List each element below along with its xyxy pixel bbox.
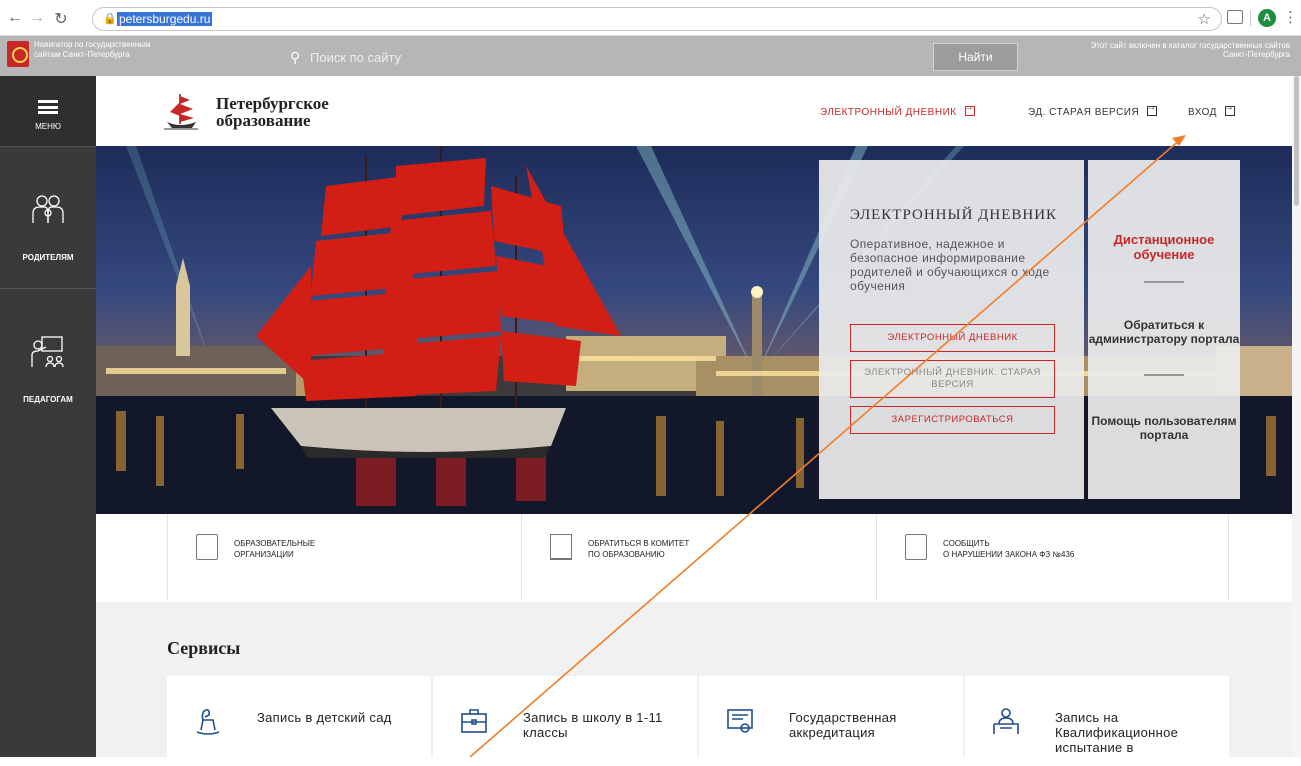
header-link-old-version[interactable]: ЭД. СТАРАЯ ВЕРСИЯ [1028, 102, 1158, 118]
quick-link-label: ОБРАТИТЬСЯ В КОМИТЕТ ПО ОБРАЗОВАНИЮ [588, 539, 690, 559]
header-link-login[interactable]: ВХОД [1188, 102, 1235, 118]
e-diary-button[interactable]: ЭЛЕКТРОННЫЙ ДНЕВНИК [850, 324, 1055, 352]
profile-avatar[interactable]: A [1258, 9, 1276, 27]
spb-emblem-icon[interactable] [7, 41, 29, 67]
gov-navigator-bar: Навигатор по государственным сайтам Санк… [0, 36, 1301, 76]
quick-link-committee[interactable]: ОБРАТИТЬСЯ В КОМИТЕТ ПО ОБРАЗОВАНИЮ [522, 514, 877, 600]
divider [1144, 281, 1184, 283]
sidebar-item-label: ПЕДАГОГАМ [23, 395, 73, 404]
browser-menu-icon[interactable]: ⋮ [1283, 8, 1298, 26]
quick-link-organizations[interactable]: ОБРАЗОВАТЕЛЬНЫЕ ОРГАНИЗАЦИИ [167, 514, 522, 600]
ship-logo-icon[interactable] [164, 92, 198, 130]
page-scrollbar[interactable] [1292, 76, 1301, 757]
e-diary-panel: ЭЛЕКТРОННЫЙ ДНЕВНИК Оперативное, надежно… [819, 160, 1084, 499]
register-button[interactable]: ЗАРЕГИСТРИРОВАТЬСЯ [850, 406, 1055, 434]
certificate-icon [727, 709, 753, 733]
service-kindergarten[interactable]: Запись в детский сад [167, 676, 431, 766]
url-text[interactable]: petersburgedu.ru [117, 12, 213, 26]
sidebar-item-teachers[interactable]: ПЕДАГОГАМ [0, 288, 96, 430]
left-sidebar: МЕНЮ РОДИТЕЛЯМ ПЕДАГОГАМ [0, 76, 96, 757]
toolbar-divider [1250, 10, 1251, 26]
logo-line1: Петербургское [216, 94, 329, 113]
briefcase-icon [461, 709, 487, 733]
search-document-icon [196, 534, 218, 560]
e-diary-old-version-button[interactable]: ЭЛЕКТРОННЫЙ ДНЕВНИК. СТАРАЯ ВЕРСИЯ [850, 360, 1055, 398]
address-bar[interactable]: 🔒 petersburgedu.ru ☆ [92, 7, 1222, 31]
search-input[interactable] [310, 48, 910, 66]
find-button[interactable]: Найти [933, 43, 1018, 71]
quick-link-report-violation[interactable]: СООБЩИТЬ О НАРУШЕНИИ ЗАКОНА ФЗ №436 [877, 514, 1229, 600]
header-link-label: ЭЛЕКТРОННЫЙ ДНЕВНИК [820, 107, 957, 118]
distance-learning-link[interactable]: Дистанционное обучение [1088, 232, 1240, 262]
login-arrow-icon [1224, 102, 1235, 116]
service-accreditation[interactable]: Государственная аккредитация [699, 676, 963, 766]
help-panel: Дистанционное обучение Обратиться к адми… [1088, 160, 1240, 499]
search-icon: ⚲ [290, 49, 301, 65]
gov-catalog-note[interactable]: Этот сайт включен в каталог государствен… [1075, 41, 1290, 59]
reload-icon[interactable]: ↻ [52, 9, 70, 29]
edit-document-icon [905, 534, 927, 560]
bookmark-star-icon[interactable]: ☆ [1198, 10, 1211, 28]
contact-admin-link[interactable]: Обратиться к администратору портала [1088, 318, 1240, 346]
scrollbar-thumb[interactable] [1294, 76, 1299, 206]
sidebar-item-parents[interactable]: РОДИТЕЛЯМ [0, 146, 96, 288]
services-title: Сервисы [167, 638, 241, 658]
browser-toolbar: ← → ↻ 🔒 petersburgedu.ru ☆ A ⋮ [0, 0, 1301, 36]
exam-person-icon [993, 708, 1019, 734]
hamburger-icon [38, 100, 58, 114]
menu-label: МЕНЮ [35, 122, 61, 131]
quick-links: ОБРАЗОВАТЕЛЬНЫЕ ОРГАНИЗАЦИИ ОБРАТИТЬСЯ В … [96, 514, 1301, 602]
service-label: Государственная аккредитация [789, 710, 897, 740]
service-school[interactable]: Запись в школу в 1-11 классы [433, 676, 697, 766]
extension-icon[interactable] [1227, 10, 1243, 24]
e-diary-description: Оперативное, надежное и безопасное инфор… [850, 237, 1050, 293]
login-arrow-icon [1146, 102, 1158, 116]
header-link-label: ВХОД [1188, 107, 1217, 118]
menu-button[interactable]: МЕНЮ [0, 76, 96, 146]
teachers-icon [31, 336, 64, 368]
sidebar-item-label: РОДИТЕЛЯМ [22, 253, 74, 262]
rocking-horse-icon [196, 709, 220, 735]
building-icon [550, 534, 572, 560]
service-label: Запись в школу в 1-11 классы [523, 710, 663, 740]
quick-link-label: ОБРАЗОВАТЕЛЬНЫЕ ОРГАНИЗАЦИИ [234, 539, 316, 559]
forward-icon[interactable]: → [28, 9, 46, 27]
user-help-link[interactable]: Помощь пользователям портала [1088, 414, 1240, 442]
service-qualification[interactable]: Запись на Квалификационное испытание в [965, 676, 1229, 766]
e-diary-title: ЭЛЕКТРОННЫЙ ДНЕВНИК [850, 207, 1058, 223]
service-label: Запись на Квалификационное испытание в [1055, 710, 1179, 755]
header-link-label: ЭД. СТАРАЯ ВЕРСИЯ [1028, 107, 1140, 118]
gov-navigator-link[interactable]: Навигатор по государственным сайтам Санк… [34, 40, 154, 60]
logo-line2: образование [216, 111, 311, 130]
site-logo-text[interactable]: Петербургское образование [216, 95, 416, 129]
back-icon[interactable]: ← [6, 9, 24, 27]
divider [1144, 374, 1184, 376]
header-link-e-diary[interactable]: ЭЛЕКТРОННЫЙ ДНЕВНИК [820, 102, 975, 118]
hero-banner: ЭЛЕКТРОННЫЙ ДНЕВНИК Оперативное, надежно… [96, 146, 1301, 514]
service-label: Запись в детский сад [257, 710, 392, 725]
login-arrow-icon [964, 102, 975, 116]
site-header: Петербургское образование ЭЛЕКТРОННЫЙ ДН… [96, 76, 1301, 146]
services-section: Сервисы Запись в детский сад Запись в шк… [96, 602, 1301, 766]
parents-icon [32, 195, 64, 223]
lock-icon: 🔒 [103, 13, 117, 25]
quick-link-label: СООБЩИТЬ О НАРУШЕНИИ ЗАКОНА ФЗ №436 [943, 539, 1075, 559]
